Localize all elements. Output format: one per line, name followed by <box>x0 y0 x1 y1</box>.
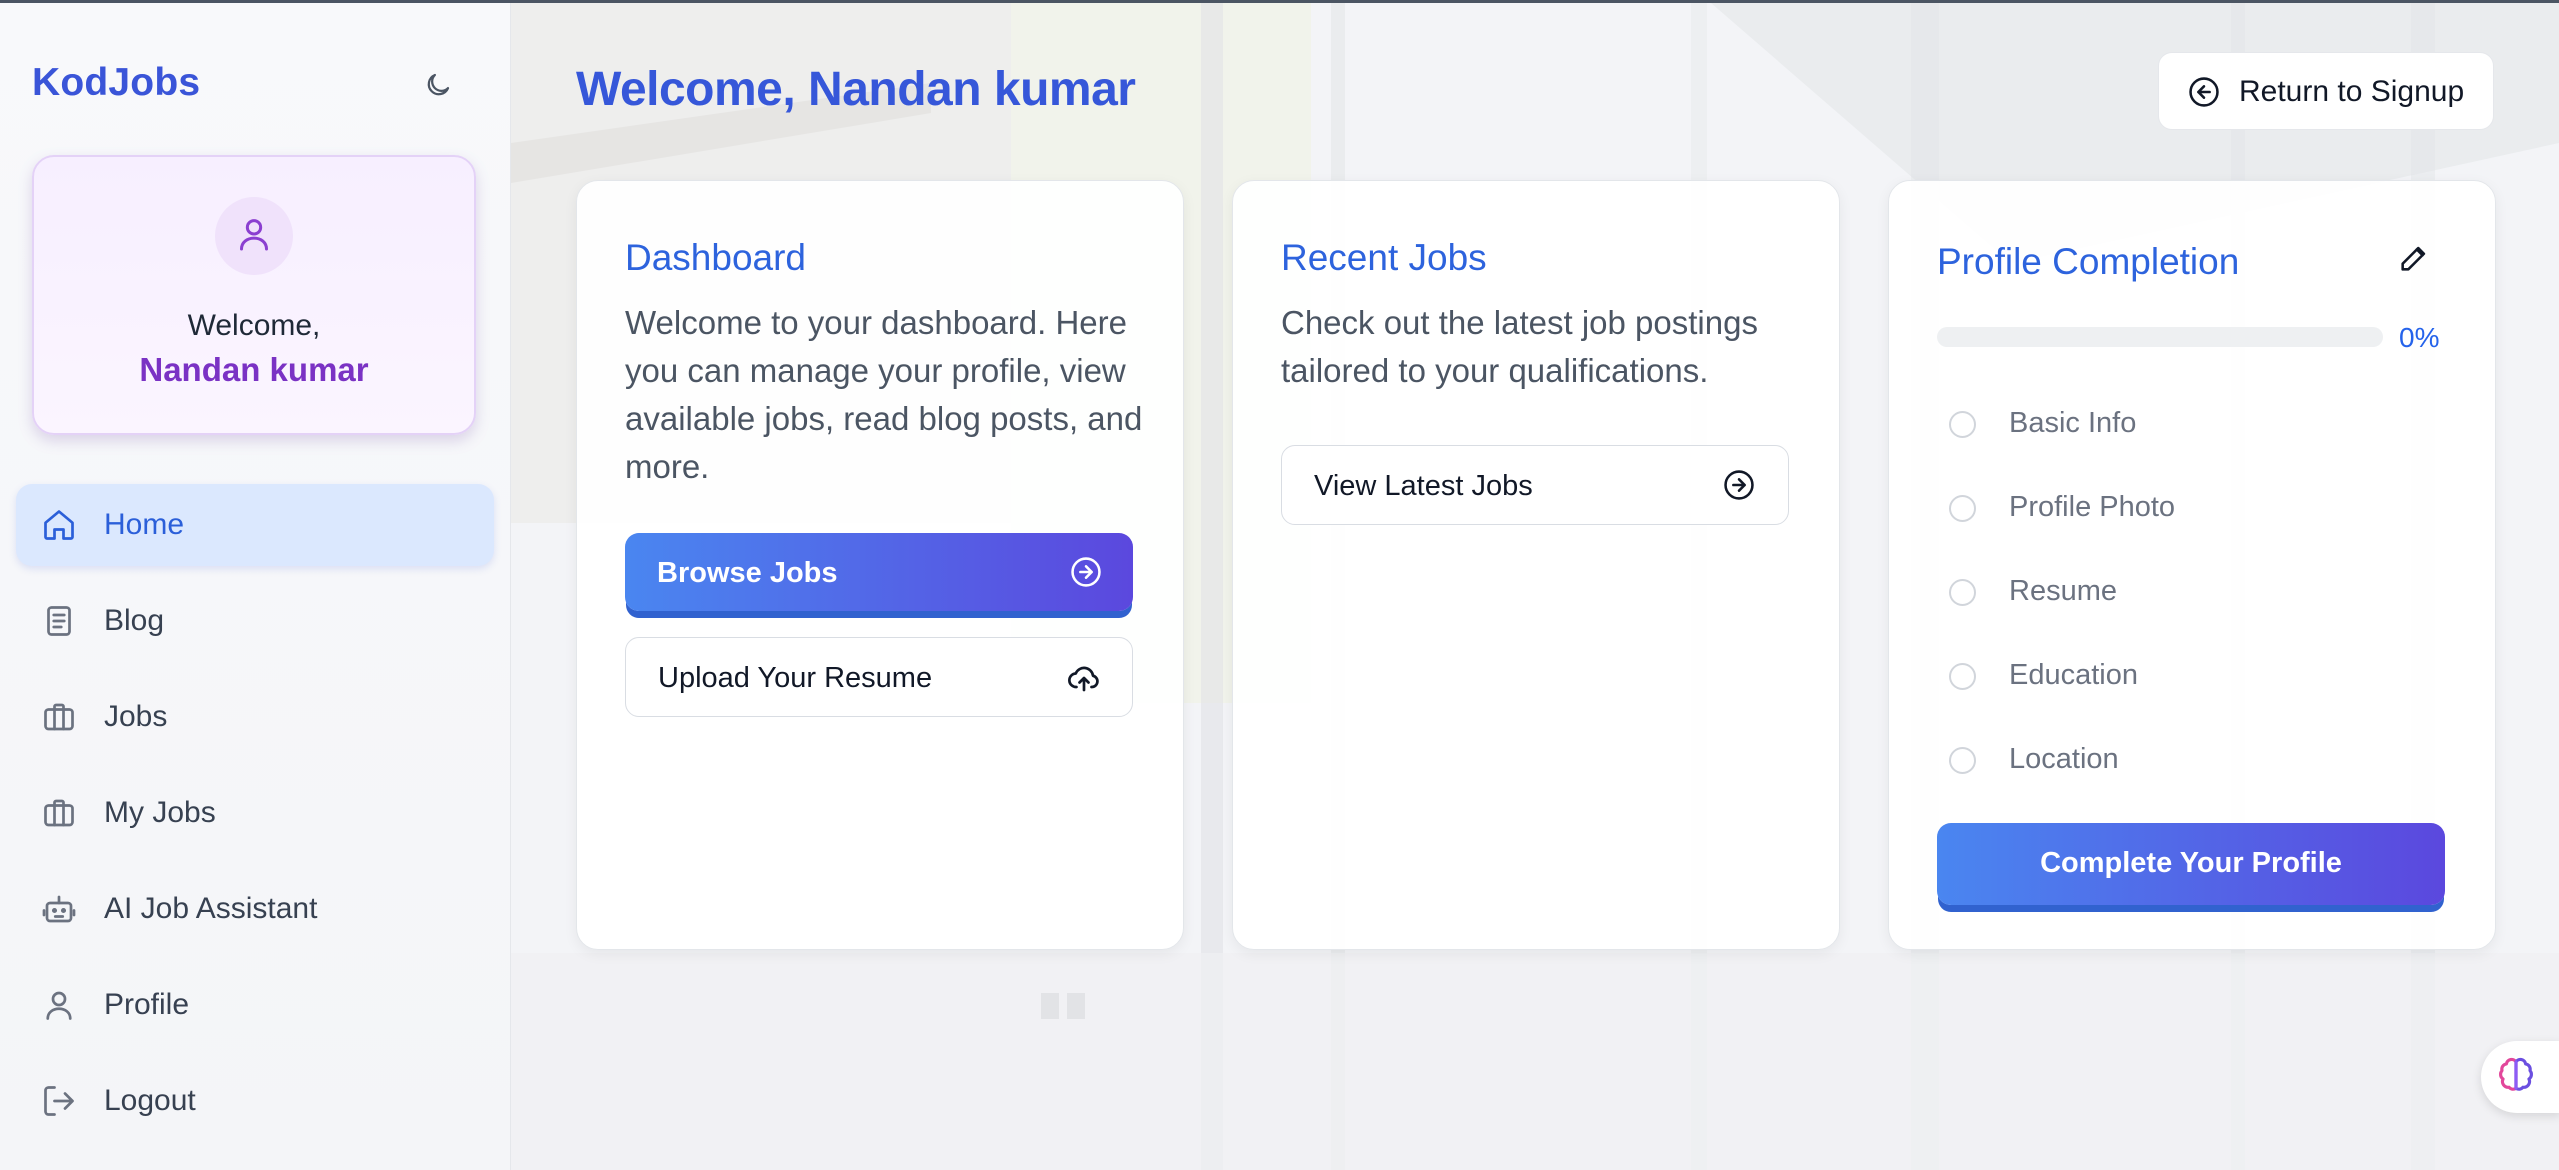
profile-completion-title: Profile Completion <box>1937 241 2240 282</box>
checklist-label: Profile Photo <box>2009 491 2176 523</box>
recent-jobs-description: Check out the latest job postings tailor… <box>1281 304 1758 389</box>
complete-profile-label: Complete Your Profile <box>2040 847 2342 879</box>
briefcase-icon <box>40 698 78 736</box>
browse-jobs-label: Browse Jobs <box>657 557 838 589</box>
user-name: Nandan kumar <box>139 351 369 388</box>
sidebar-nav: Home Blog Jobs My Jobs AI Job Assistant <box>16 484 494 1156</box>
checklist-label: Location <box>2009 743 2119 775</box>
upload-resume-label: Upload Your Resume <box>658 662 933 694</box>
bot-icon <box>40 890 78 928</box>
sidebar: KodJobs Welcome, Nandan kumar Home Blog <box>0 3 511 1170</box>
sidebar-item-home[interactable]: Home <box>16 484 494 566</box>
unchecked-circle-icon <box>1949 747 1976 774</box>
app-logo[interactable]: KodJobs <box>32 61 200 105</box>
moon-icon <box>423 70 453 105</box>
sidebar-item-ai-job-assistant[interactable]: AI Job Assistant <box>16 868 494 950</box>
profile-progress-percent: 0% <box>2399 322 2440 353</box>
recent-jobs-title: Recent Jobs <box>1281 237 1487 278</box>
theme-toggle-button[interactable] <box>418 67 458 107</box>
edit-icon[interactable] <box>2397 241 2431 280</box>
checklist-label: Resume <box>2009 575 2117 607</box>
top-border <box>0 0 2559 3</box>
view-latest-jobs-label: View Latest Jobs <box>1314 470 1533 502</box>
arrow-right-circle-icon <box>1069 555 1103 597</box>
home-icon <box>40 506 78 544</box>
recent-jobs-card: Recent Jobs Check out the latest job pos… <box>1232 180 1840 950</box>
sidebar-item-my-jobs[interactable]: My Jobs <box>16 772 494 854</box>
dashboard-title: Dashboard <box>625 237 807 278</box>
sidebar-item-blog[interactable]: Blog <box>16 580 494 662</box>
profile-completion-card: Profile Completion 0% Basic Info Profile… <box>1888 180 2496 950</box>
user-icon <box>40 986 78 1024</box>
sidebar-item-label: Jobs <box>104 700 168 733</box>
sidebar-item-label: Logout <box>104 1084 196 1117</box>
cloud-upload-icon <box>1066 660 1102 704</box>
checklist-label: Basic Info <box>2009 407 2137 439</box>
avatar <box>215 197 293 275</box>
document-icon <box>40 602 78 640</box>
return-to-signup-button[interactable]: Return to Signup <box>2158 52 2494 130</box>
dashboard-card: Dashboard Welcome to your dashboard. Her… <box>576 180 1184 950</box>
sidebar-item-jobs[interactable]: Jobs <box>16 676 494 758</box>
arrow-left-circle-icon <box>2187 75 2221 114</box>
unchecked-circle-icon <box>1949 579 1976 606</box>
unchecked-circle-icon <box>1949 411 1976 438</box>
sidebar-item-label: Profile <box>104 988 190 1021</box>
view-latest-jobs-button[interactable]: View Latest Jobs <box>1281 445 1789 525</box>
complete-profile-button[interactable]: Complete Your Profile <box>1937 823 2445 905</box>
unchecked-circle-icon <box>1949 495 1976 522</box>
return-button-label: Return to Signup <box>2239 75 2465 108</box>
welcome-label: Welcome, <box>187 309 321 342</box>
upload-resume-button[interactable]: Upload Your Resume <box>625 637 1133 717</box>
profile-progress-bar <box>1937 327 2383 347</box>
arrow-right-circle-icon <box>1722 468 1756 510</box>
sidebar-item-logout[interactable]: Logout <box>16 1060 494 1142</box>
welcome-card: Welcome, Nandan kumar <box>32 155 476 435</box>
sidebar-item-profile[interactable]: Profile <box>16 964 494 1046</box>
dashboard-description: Welcome to your dashboard. Here you can … <box>625 304 1143 485</box>
user-icon <box>234 214 274 259</box>
sidebar-item-label: Blog <box>104 604 165 637</box>
ai-assistant-floating-button[interactable] <box>2481 1041 2559 1113</box>
logout-icon <box>40 1082 78 1120</box>
checklist-label: Education <box>2009 659 2138 691</box>
briefcase-icon <box>40 794 78 832</box>
unchecked-circle-icon <box>1949 663 1976 690</box>
page-title: Welcome, Nandan kumar <box>576 63 1136 116</box>
brain-icon <box>2495 1054 2537 1101</box>
sidebar-item-label: Home <box>104 508 185 541</box>
browse-jobs-button[interactable]: Browse Jobs <box>625 533 1133 611</box>
sidebar-item-label: AI Job Assistant <box>104 892 318 925</box>
sidebar-item-label: My Jobs <box>104 796 216 829</box>
